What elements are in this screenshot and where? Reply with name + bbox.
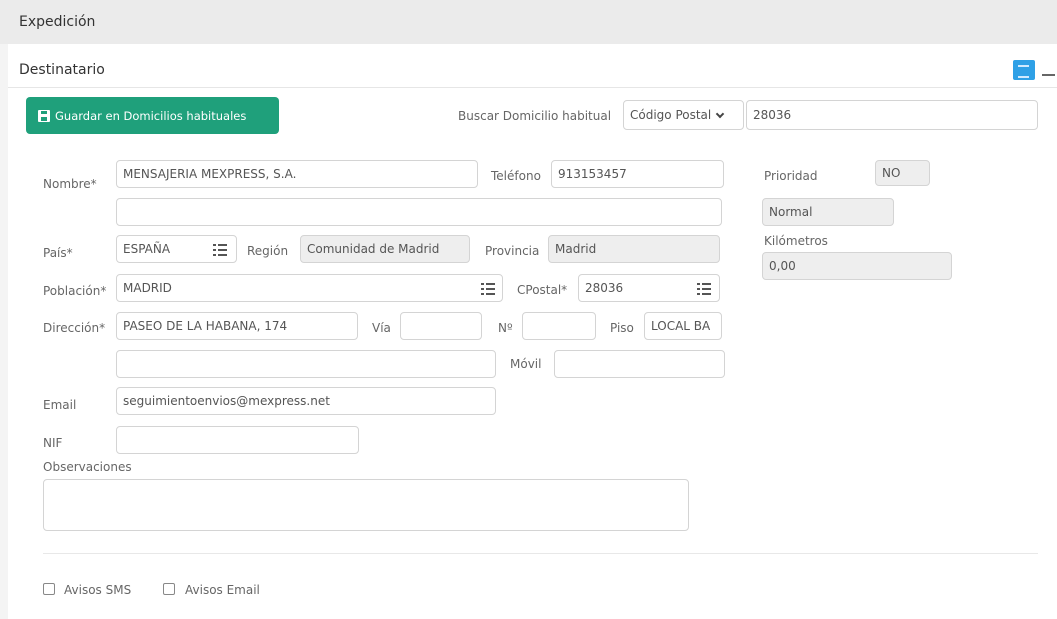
- poblacion-label: Población*: [43, 284, 107, 298]
- tipo-value: Normal: [762, 198, 894, 226]
- nif-input[interactable]: [116, 426, 359, 454]
- piso-input[interactable]: LOCAL BA: [644, 312, 722, 340]
- provincia-label: Provincia: [485, 244, 540, 258]
- prioridad-value: NO: [875, 160, 930, 186]
- region-input[interactable]: Comunidad de Madrid: [300, 235, 470, 263]
- email-label: Email: [43, 398, 77, 412]
- numero-label: Nº: [498, 321, 513, 335]
- via-input[interactable]: [400, 312, 482, 340]
- observaciones-label: Observaciones: [43, 460, 132, 474]
- direccion-label: Dirección*: [43, 321, 106, 335]
- section-header: [8, 56, 1057, 88]
- observaciones-textarea[interactable]: [43, 479, 689, 531]
- kilometros-label: Kilómetros: [764, 234, 828, 248]
- list-icon[interactable]: [213, 244, 227, 256]
- cpostal-value: 28036: [585, 281, 624, 295]
- prioridad-label: Prioridad: [764, 169, 818, 183]
- section-title: Destinatario: [19, 62, 105, 78]
- telefono-input[interactable]: 913153457: [551, 160, 724, 188]
- nombre2-input[interactable]: [116, 198, 722, 226]
- page-title: Expedición: [19, 14, 96, 30]
- save-address-button[interactable]: Guardar en Domicilios habituales: [26, 97, 279, 134]
- cpostal-input[interactable]: 28036: [578, 274, 720, 302]
- nombre-input[interactable]: MENSAJERIA MEXPRESS, S.A.: [116, 160, 478, 188]
- via-label: Vía: [372, 321, 391, 335]
- list-icon[interactable]: [481, 283, 495, 295]
- nombre-label: Nombre*: [43, 177, 97, 191]
- poblacion-input[interactable]: MADRID: [116, 274, 503, 302]
- search-label: Buscar Domicilio habitual: [458, 109, 612, 123]
- movil-input[interactable]: [554, 350, 725, 378]
- search-type-value: Código Postal: [630, 108, 712, 122]
- avisos-email-label: Avisos Email: [185, 583, 260, 597]
- cpostal-label: CPostal*: [517, 283, 568, 297]
- search-type-select[interactable]: Código Postal: [623, 100, 744, 130]
- search-input[interactable]: 28036: [746, 100, 1038, 130]
- pais-value: ESPAÑA: [123, 242, 171, 256]
- top-bar: [0, 0, 1057, 44]
- save-address-label: Guardar en Domicilios habituales: [55, 108, 247, 123]
- nif-label: NIF: [43, 436, 63, 450]
- kilometros-value: 0,00: [762, 252, 952, 280]
- list-icon[interactable]: [697, 283, 711, 295]
- avisos-email-checkbox[interactable]: [163, 583, 175, 595]
- region-label: Región: [247, 244, 289, 258]
- chevron-down-icon: [715, 110, 725, 120]
- direccion2-input[interactable]: [116, 350, 496, 378]
- divider: [43, 553, 1038, 554]
- list-view-icon[interactable]: [1013, 60, 1035, 80]
- provincia-input[interactable]: Madrid: [548, 235, 720, 263]
- movil-label: Móvil: [510, 357, 542, 371]
- numero-input[interactable]: [522, 312, 596, 340]
- pais-input[interactable]: ESPAÑA: [116, 235, 237, 263]
- pais-label: País*: [43, 246, 73, 260]
- direccion-input[interactable]: PASEO DE LA HABANA, 174: [116, 312, 358, 340]
- email-input[interactable]: seguimientoenvios@mexpress.net: [116, 387, 496, 415]
- avisos-sms-checkbox[interactable]: [43, 583, 55, 595]
- piso-label: Piso: [610, 321, 634, 335]
- poblacion-value: MADRID: [123, 281, 172, 295]
- avisos-sms-label: Avisos SMS: [64, 583, 132, 597]
- floppy-disk-icon: [38, 109, 50, 122]
- minimize-icon[interactable]: [1040, 62, 1057, 78]
- telefono-label: Teléfono: [491, 169, 541, 183]
